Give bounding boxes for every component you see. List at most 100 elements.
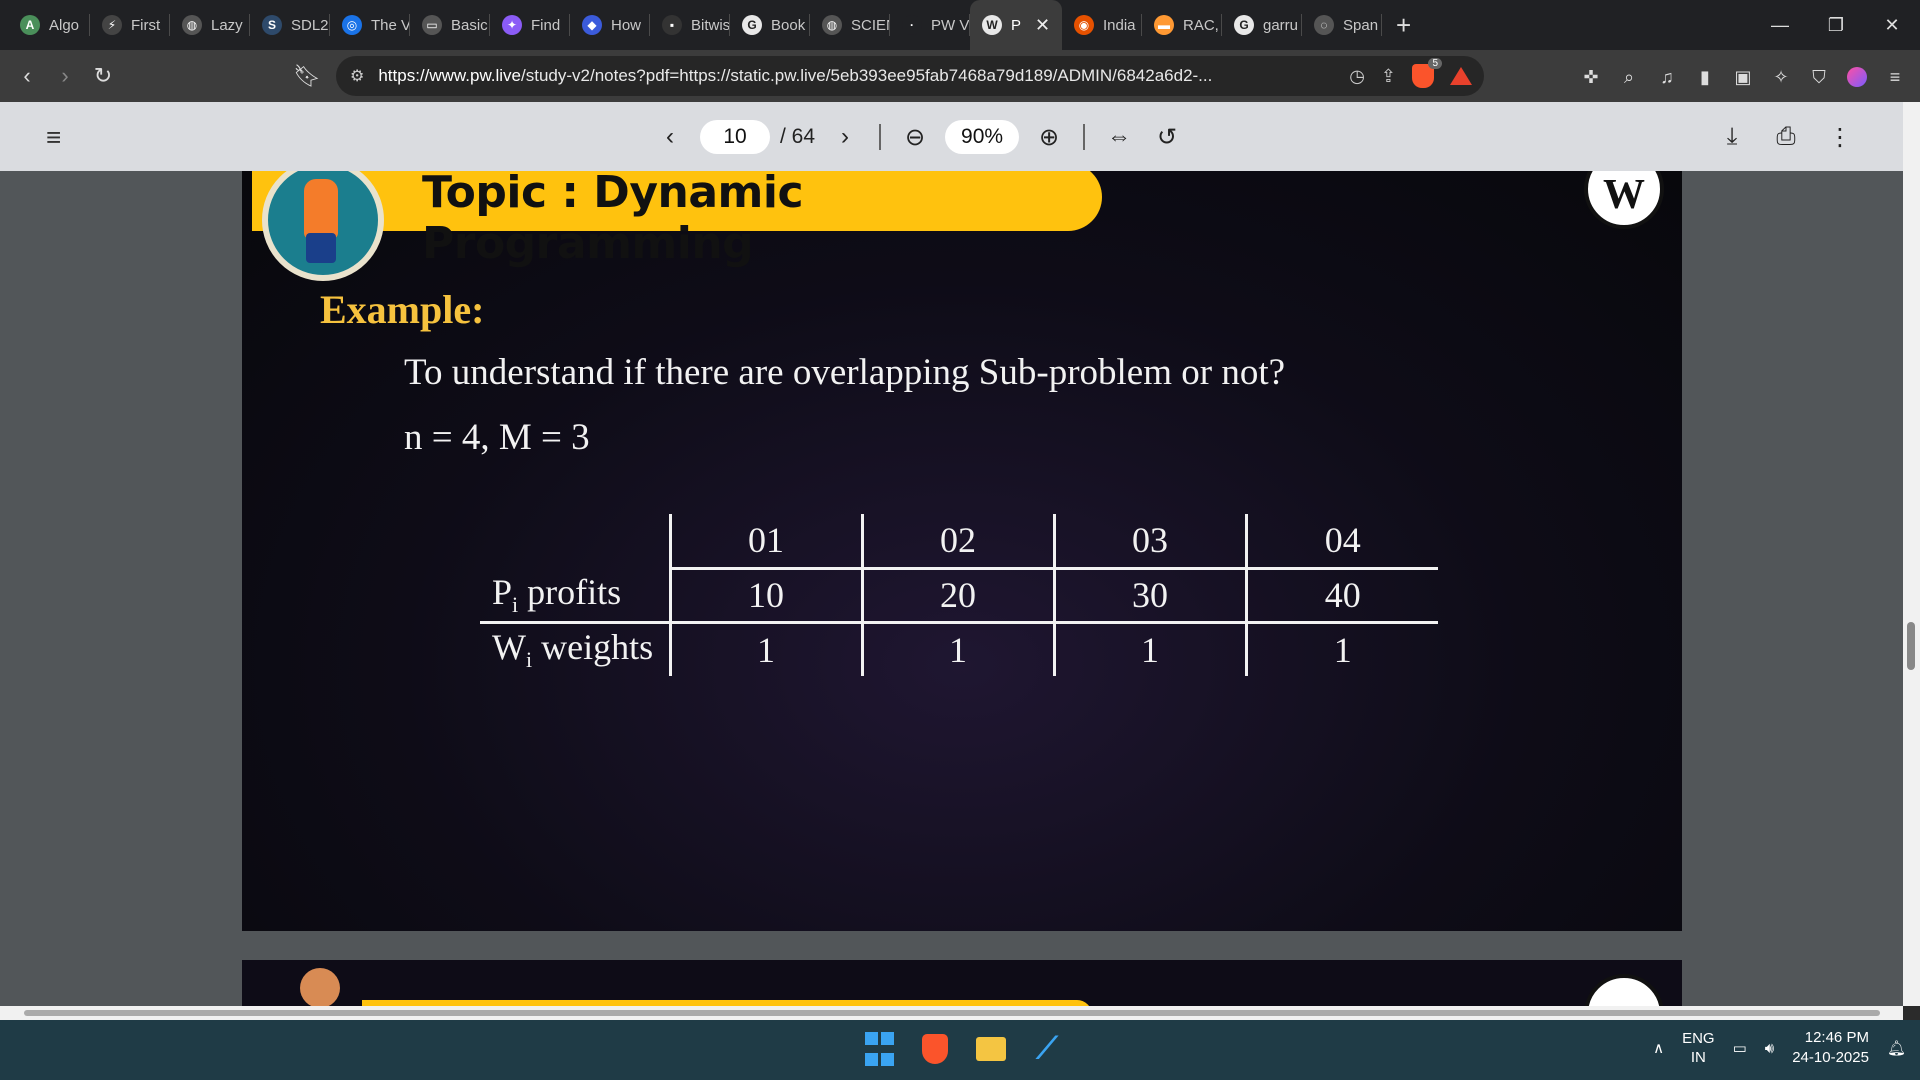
tab-label: RAC,	[1183, 16, 1219, 34]
tab-favicon-icon: ◍	[822, 15, 842, 35]
menu-icon[interactable]: ≡	[1882, 64, 1908, 90]
language-indicator[interactable]: ENG IN	[1682, 1029, 1715, 1067]
table-cell: 1	[1244, 622, 1438, 676]
profile-icon[interactable]	[1844, 64, 1870, 90]
tab-favicon-icon: ◍	[182, 15, 202, 35]
vertical-scrollbar[interactable]	[1903, 102, 1920, 1006]
close-tab-icon[interactable]: ✕	[1035, 15, 1050, 36]
weights-label: Wi weights	[492, 627, 654, 673]
new-tab-icon[interactable]: +	[1396, 10, 1411, 41]
tab-label: Algo	[49, 16, 80, 34]
history-icon[interactable]: ◷	[1349, 66, 1365, 87]
wallet-icon[interactable]: ▣	[1730, 64, 1756, 90]
tab-favicon-icon: G	[742, 15, 762, 35]
table-cell: 1	[668, 622, 862, 676]
notifications-icon[interactable]: 🔔︎	[1887, 1039, 1906, 1057]
browser-tab[interactable]: W P ✕	[970, 0, 1062, 50]
browser-tab[interactable]: Ggarru	[1222, 0, 1302, 50]
download-icon[interactable]: ⤓	[1712, 117, 1752, 157]
volume-icon[interactable]: 🔊︎	[1765, 1040, 1774, 1057]
tab-favicon-icon: ▪	[662, 15, 682, 35]
browser-tab[interactable]: ◆ How	[570, 0, 650, 50]
browser-tab[interactable]: ▭ Basic	[410, 0, 490, 50]
browser-tab[interactable]: · PW V	[890, 0, 970, 50]
clock[interactable]: 12:46 PM 24-10-2025	[1792, 1028, 1869, 1068]
more-options-icon[interactable]: ⋮	[1820, 117, 1860, 157]
table-row-weights: Wi weights 1 1 1 1	[480, 622, 1438, 676]
page-number-input[interactable]: 10	[700, 120, 770, 154]
pdf-viewport[interactable]: Topic : Dynamic Programming W Example: T…	[0, 171, 1903, 1006]
tab-label: SDL2	[291, 16, 329, 34]
browser-tab[interactable]: A Algo	[8, 0, 90, 50]
tab-favicon-icon: ▬	[1154, 15, 1174, 35]
network-icon[interactable]: ▭	[1733, 1039, 1747, 1057]
forward-icon[interactable]: ›	[46, 57, 84, 95]
outline-menu-icon[interactable]: ≡	[46, 122, 61, 153]
zoom-in-icon[interactable]: ⊕	[1029, 117, 1069, 157]
windows-start-icon[interactable]	[860, 1030, 898, 1068]
file-explorer-icon[interactable]	[972, 1030, 1010, 1068]
example-heading: Example:	[320, 287, 485, 332]
browser-tab[interactable]: ◍ Lazy	[170, 0, 250, 50]
next-page-icon[interactable]: ›	[825, 117, 865, 157]
zoom-out-icon[interactable]: ⊖	[895, 117, 935, 157]
vpn-icon[interactable]: ⛉	[1806, 64, 1832, 90]
scrollbar-thumb[interactable]	[24, 1010, 1880, 1016]
browser-tab[interactable]: G Book	[730, 0, 810, 50]
tab-label: Book	[771, 16, 806, 34]
tab-label: Find	[531, 16, 561, 34]
horizontal-scrollbar[interactable]	[0, 1006, 1903, 1020]
share-icon[interactable]: ⇪	[1381, 66, 1396, 87]
browser-tab[interactable]: ◎ The V	[330, 0, 410, 50]
show-hidden-icons-icon[interactable]: ∧	[1653, 1039, 1664, 1057]
extensions-icon[interactable]: ✜	[1578, 64, 1604, 90]
minimize-icon[interactable]: —	[1752, 0, 1808, 50]
vscode-icon[interactable]: ⟋	[1028, 1030, 1066, 1068]
site-info-icon[interactable]: ⚙	[350, 66, 364, 86]
tab-label: Bitwis	[691, 16, 730, 34]
tab-favicon-icon: G	[1234, 15, 1254, 35]
tab-favicon-icon: ◎	[342, 15, 362, 35]
browser-tab[interactable]: S SDL2	[250, 0, 330, 50]
sidebar-icon[interactable]: ▮	[1692, 64, 1718, 90]
print-icon[interactable]: ⎙	[1766, 117, 1806, 157]
browser-tab[interactable]: ◉ India	[1062, 0, 1142, 50]
bookmark-icon[interactable]: 🔖︎	[288, 57, 326, 95]
zoom-level[interactable]: 90%	[945, 120, 1020, 154]
browser-tab[interactable]: ▬ RAC,	[1142, 0, 1222, 50]
tab-strip: A Algo ⚡ First ◍ Lazy S SDL2 ◎ The V ▭ Basic ✦ Find ◆ H…	[0, 0, 1920, 50]
tab-favicon-icon: W	[982, 15, 1002, 35]
close-window-icon[interactable]: ✕	[1864, 0, 1920, 50]
reload-icon[interactable]: ↻	[84, 57, 122, 95]
tab-favicon-icon: S	[262, 15, 282, 35]
browser-tab[interactable]: ◌ Span	[1302, 0, 1382, 50]
page-search-icon[interactable]: ⌕	[1616, 64, 1642, 90]
tab-favicon-icon: ◆	[582, 15, 602, 35]
brave-browser-icon[interactable]	[916, 1030, 954, 1068]
restore-icon[interactable]: ❐	[1808, 0, 1864, 50]
previous-page-icon[interactable]: ‹	[650, 117, 690, 157]
scrollbar-thumb[interactable]	[1907, 622, 1915, 670]
tab-favicon-icon: ◉	[1074, 15, 1094, 35]
knapsack-table: 01 02 03 04 Pi profits 10 20 30 40 Wi we…	[480, 514, 1438, 676]
table-cell: 10	[668, 568, 862, 624]
table-cell: 1	[1052, 622, 1246, 676]
browser-tab[interactable]: ◍ SCIEN	[810, 0, 890, 50]
tab-label: PW V	[931, 16, 970, 34]
leo-ai-icon[interactable]: ✧	[1768, 64, 1794, 90]
table-header-cell: 02	[860, 514, 1054, 570]
tab-favicon-icon: ✦	[502, 15, 522, 35]
browser-tab[interactable]: ▪ Bitwis	[650, 0, 730, 50]
fit-width-icon[interactable]: ⇔	[1099, 117, 1139, 157]
tab-label: First	[131, 16, 161, 34]
media-icon[interactable]: ♫	[1654, 64, 1680, 90]
extension-toolbar: ✜ ⌕ ♫ ▮ ▣ ✧ ⛉ ≡	[1578, 64, 1908, 90]
address-bar[interactable]: ⚙ https://www.pw.live/study-v2/notes?pdf…	[336, 56, 1484, 96]
url-text[interactable]: https://www.pw.live/study-v2/notes?pdf=h…	[378, 66, 1258, 86]
back-icon[interactable]: ‹	[8, 57, 46, 95]
browser-tab[interactable]: ✦ Find	[490, 0, 570, 50]
brave-shield-icon[interactable]: 5	[1412, 58, 1442, 88]
browser-tab[interactable]: ⚡ First	[90, 0, 170, 50]
rotate-icon[interactable]: ↺	[1147, 117, 1187, 157]
brave-rewards-icon[interactable]	[1450, 67, 1472, 85]
